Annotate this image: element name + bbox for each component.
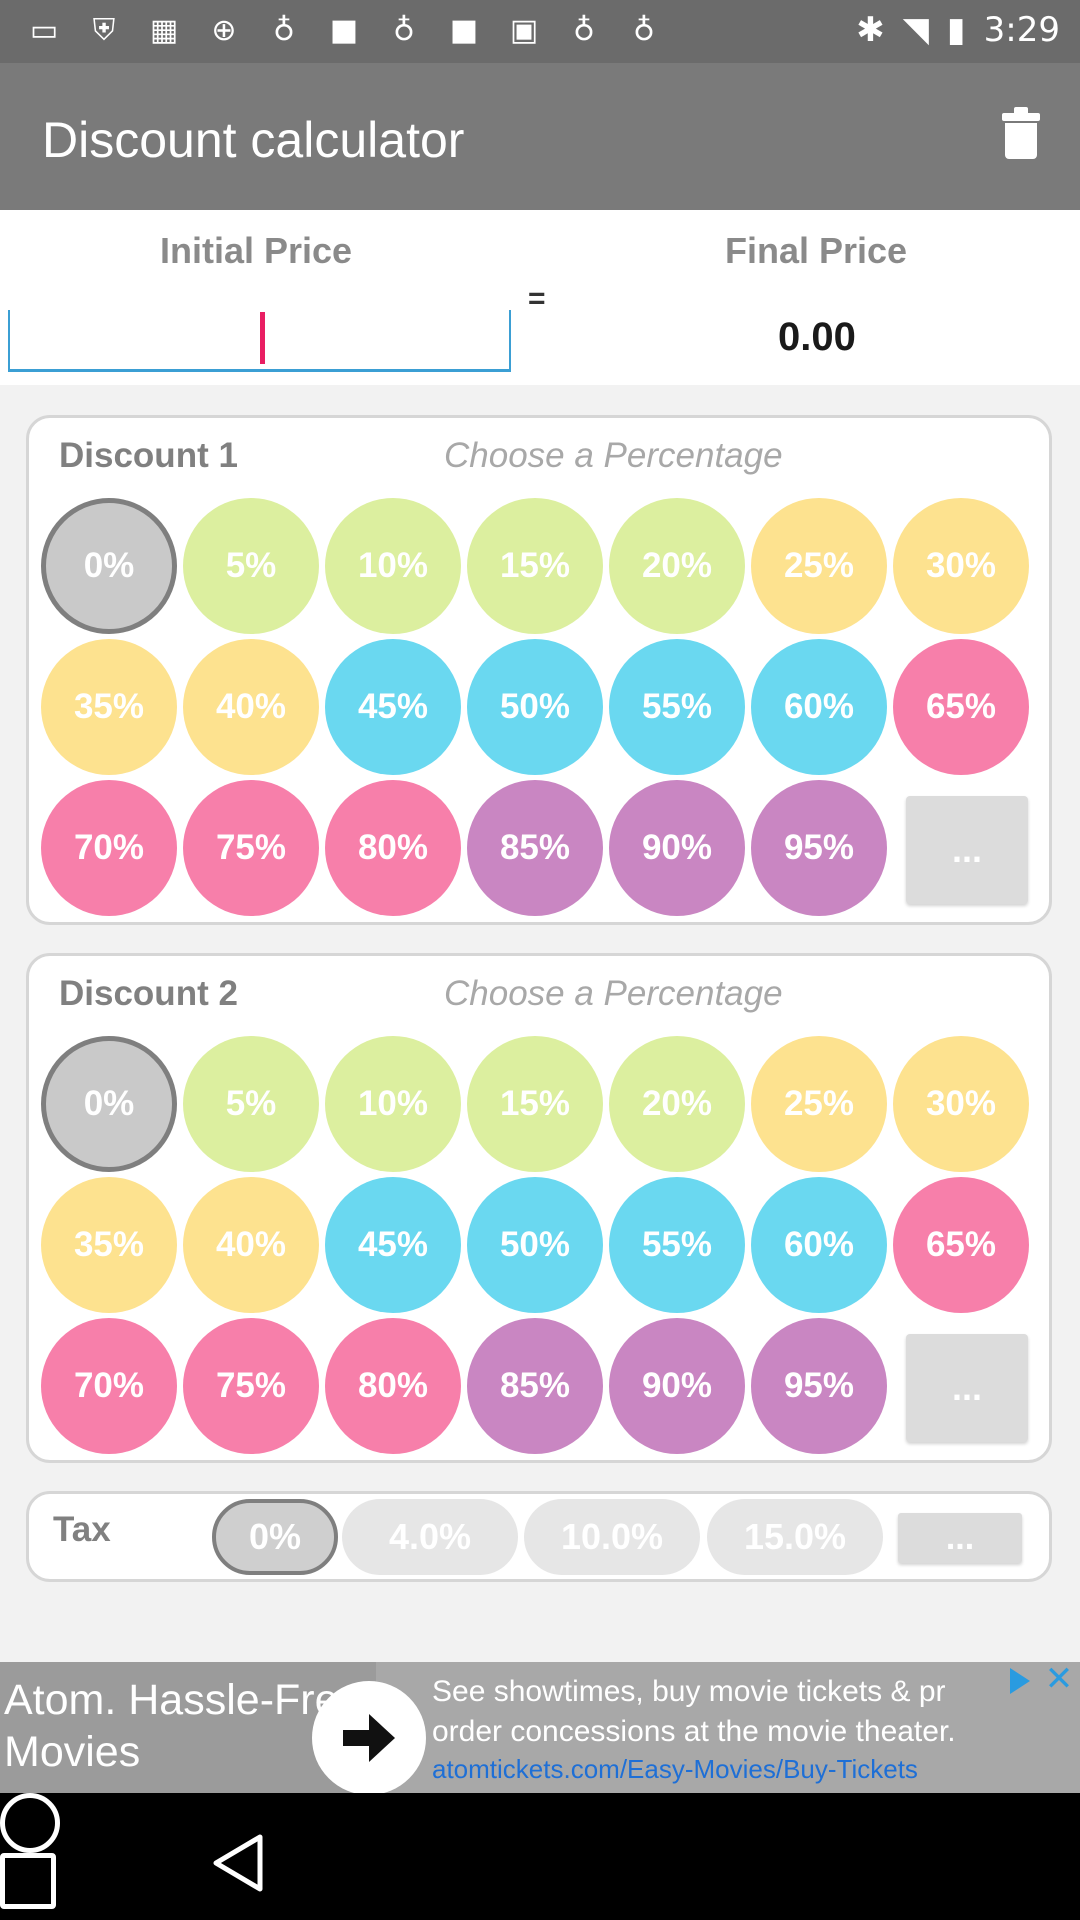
bluetooth-icon: ✱ [856,10,885,50]
download-icon: ⊕ [211,13,237,48]
discount-1-option-20[interactable]: 20% [609,498,745,634]
discount-2-option-35[interactable]: 35% [41,1177,177,1313]
discount-1-option-30[interactable]: 30% [893,498,1029,634]
chat-icon: ▭ [29,13,59,48]
discount-1-hint: Choose a Percentage [444,436,783,475]
clock: 3:29 [983,10,1060,50]
arrow-right-icon [343,1714,395,1762]
adchoices-icon[interactable] [1004,1668,1036,1696]
discount-2-option-80[interactable]: 80% [325,1318,461,1454]
discount-2-option-5[interactable]: 5% [183,1036,319,1172]
discount-1-option-90[interactable]: 90% [609,780,745,916]
recents-icon[interactable] [0,1853,56,1909]
discount-1-option-70[interactable]: 70% [41,780,177,916]
discount-2-option-70[interactable]: 70% [41,1318,177,1454]
back-icon[interactable] [210,1833,266,1893]
discount-1-option-85[interactable]: 85% [467,780,603,916]
ad-open-button[interactable] [312,1681,426,1793]
square-icon: ■ [449,13,479,48]
discount-2-option-30[interactable]: 30% [893,1036,1029,1172]
discount-2-option-10[interactable]: 10% [325,1036,461,1172]
tax-option-15[interactable]: 15.0% [707,1499,883,1575]
tax-label: Tax [53,1510,111,1549]
bulb-icon: ♁ [573,13,595,48]
discount-2-more-button[interactable]: ... [906,1334,1028,1442]
discount-1-option-35[interactable]: 35% [41,639,177,775]
price-panel: Initial Price Final Price = 0.00 [0,210,1080,385]
app-title: Discount calculator [42,112,465,168]
final-price-value: 0.00 [778,315,856,359]
tax-option-4[interactable]: 4.0% [342,1499,518,1575]
discount-1-card: Discount 1 Choose a Percentage ... 0% 5% 1… [26,415,1052,925]
home-icon[interactable] [0,1793,60,1853]
discount-2-option-20[interactable]: 20% [609,1036,745,1172]
battery-icon: ▮ [946,10,966,50]
text-cursor [260,312,265,364]
initial-price-label: Initial Price [160,230,353,271]
square-icon: ■ [329,13,359,48]
discount-1-more-button[interactable]: ... [906,796,1028,904]
discount-2-heading: Discount 2 [59,974,238,1013]
app-bar: Discount calculator [0,63,1080,210]
navigation-bar [0,1793,1080,1920]
discount-2-option-90[interactable]: 90% [609,1318,745,1454]
tax-option-0[interactable]: 0% [212,1499,338,1575]
discount-1-option-65[interactable]: 65% [893,639,1029,775]
ad-body: See showtimes, buy movie tickets & pr or… [432,1675,956,1748]
discount-1-option-45[interactable]: 45% [325,639,461,775]
discount-1-option-95[interactable]: 95% [751,780,887,916]
discount-1-option-60[interactable]: 60% [751,639,887,775]
discount-2-option-55[interactable]: 55% [609,1177,745,1313]
discount-1-option-10[interactable]: 10% [325,498,461,634]
discount-2-option-25[interactable]: 25% [751,1036,887,1172]
bulb-icon: ♁ [393,13,415,48]
tax-card: Tax 0% 4.0% 10.0% 15.0% ... [26,1491,1052,1582]
discount-1-option-75[interactable]: 75% [183,780,319,916]
initial-price-input[interactable] [8,310,511,372]
calculator-icon: ▦ [149,13,179,48]
status-right: ✱ ◥ ▮ 3:29 [856,10,1060,50]
discount-2-option-40[interactable]: 40% [183,1177,319,1313]
robot-icon: ▣ [509,13,539,48]
discount-1-option-5[interactable]: 5% [183,498,319,634]
discount-2-option-15[interactable]: 15% [467,1036,603,1172]
discount-1-option-25[interactable]: 25% [751,498,887,634]
discount-1-option-15[interactable]: 15% [467,498,603,634]
discount-1-heading: Discount 1 [59,436,238,475]
discount-1-option-55[interactable]: 55% [609,639,745,775]
discount-2-option-45[interactable]: 45% [325,1177,461,1313]
wifi-icon: ◥ [902,10,929,50]
discount-1-option-0[interactable]: 0% [41,498,177,634]
discount-1-option-80[interactable]: 80% [325,780,461,916]
trash-icon[interactable] [1002,107,1040,159]
final-price-label: Final Price [725,230,908,271]
discount-2-option-75[interactable]: 75% [183,1318,319,1454]
discount-1-option-50[interactable]: 50% [467,639,603,775]
discount-2-option-65[interactable]: 65% [893,1177,1029,1313]
discount-2-option-95[interactable]: 95% [751,1318,887,1454]
bulb-icon: ♁ [273,13,295,48]
notification-icons: ▭ ⛨ ▦ ⊕ ♁ ■ ♁ ■ ▣ ♁ ♁ [24,14,664,48]
ad-close-icon[interactable]: ✕ [1042,1662,1076,1696]
discount-2-option-50[interactable]: 50% [467,1177,603,1313]
bulb-icon: ♁ [633,13,655,48]
discount-2-card: Discount 2 Choose a Percentage ... 0% 5% 1… [26,953,1052,1463]
ad-link[interactable]: atomtickets.com/Easy-Movies/Buy-Tickets [432,1754,918,1785]
discount-2-hint: Choose a Percentage [444,974,783,1013]
discount-2-option-0[interactable]: 0% [41,1036,177,1172]
discount-1-option-40[interactable]: 40% [183,639,319,775]
discount-2-option-85[interactable]: 85% [467,1318,603,1454]
ad-banner[interactable]: Atom. Hassle-Free Movies See showtimes, … [0,1662,1080,1793]
discount-2-option-60[interactable]: 60% [751,1177,887,1313]
equals-sign: = [528,282,546,315]
status-bar: ▭ ⛨ ▦ ⊕ ♁ ■ ♁ ■ ▣ ♁ ♁ ✱ ◥ ▮ 3:29 [0,0,1080,63]
tax-more-button[interactable]: ... [898,1513,1022,1563]
shield-icon: ⛨ [92,13,116,48]
tax-option-10[interactable]: 10.0% [524,1499,700,1575]
